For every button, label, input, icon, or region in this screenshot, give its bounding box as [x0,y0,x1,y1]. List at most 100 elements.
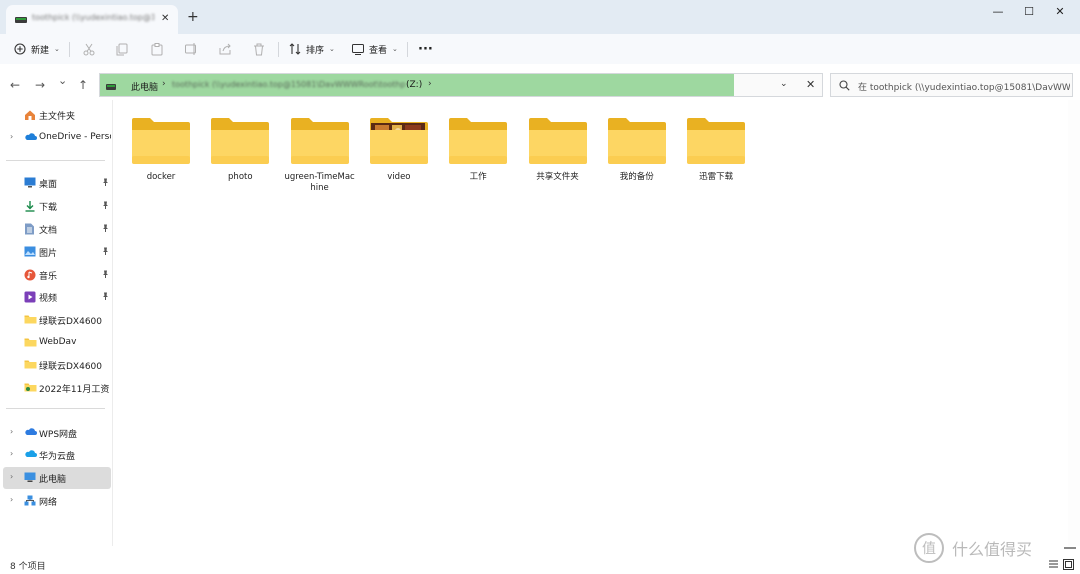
folder-item[interactable]: 迅雷下载 [679,116,753,206]
folder-icon [132,118,190,164]
sort-icon [289,43,301,55]
folder-item[interactable]: 共享文件夹 [521,116,595,206]
forward-button[interactable]: → [35,79,45,91]
breadcrumb-drive[interactable]: (Z:) [406,80,422,90]
more-options-button[interactable]: ··· [418,34,433,64]
sidebar-item[interactable]: › 华为云盘 [3,444,111,466]
delete-icon[interactable] [252,42,266,56]
folder-name: video [387,172,411,182]
address-bar[interactable]: 此电脑 › toothpick (\\yudexintiao.top@15081… [99,73,823,97]
sidebar-item-label: WebDav [39,337,77,347]
chevron-down-icon: ⌄ [392,45,398,53]
sidebar-item[interactable]: 主文件夹 [3,104,111,126]
sidebar-item-label: 图片 [39,249,58,259]
sidebar-item-label: 音乐 [39,272,58,282]
sidebar-item[interactable]: 视频 [3,286,111,308]
close-window-button[interactable]: ✕ [1050,5,1070,19]
search-box[interactable]: 在 toothpick (\\yudexintiao.top@15081\Dav… [830,73,1073,97]
sidebar-item-label: 绿联云DX4600 [39,362,103,372]
folder-name: 工作 [469,172,487,182]
sidebar-item[interactable]: WebDav [3,332,111,354]
network-drive-icon [106,83,116,93]
pin-icon[interactable] [102,292,109,302]
sidebar-item[interactable]: 文档 [3,218,111,240]
sidebar-item[interactable]: 绿联云DX4600 [3,309,111,331]
rename-icon[interactable] [184,42,198,56]
tab-close-button[interactable]: ✕ [161,13,169,24]
folder-icon [607,118,666,164]
maximize-button[interactable]: ☐ [1019,5,1039,19]
expand-chevron-icon[interactable]: › [10,449,13,458]
sidebar-item[interactable]: 绿联云DX4600 [3,354,111,376]
expand-chevron-icon[interactable]: › [10,132,13,141]
navigation-pane: 主文件夹 › OneDrive - Personal 桌面下载文档图片音乐视频绿联云D… [0,100,113,546]
pin-icon[interactable] [102,201,109,211]
breadcrumb-separator[interactable]: › [162,79,166,89]
sidebar-item-label: 桌面 [39,180,58,190]
copy-icon[interactable] [115,42,129,56]
pin-icon[interactable] [102,178,109,188]
breadcrumb-path[interactable]: toothpick (\\yudexintiao.top@15081\DavWW… [172,80,406,91]
sidebar-item[interactable]: 桌面 [3,172,111,194]
folder-icon [211,118,270,164]
desktop-icon [24,177,37,189]
pictures-icon [24,246,37,258]
share-icon[interactable] [218,42,232,56]
sidebar-item-label: 视频 [39,294,58,304]
back-button[interactable]: ← [10,79,20,91]
minimize-button[interactable]: — [988,5,1008,19]
sidebar-item-label: WPS网盘 [39,430,78,440]
expand-chevron-icon[interactable]: › [10,427,13,436]
huawei-cloud-icon [24,449,37,461]
folder-item[interactable]: 我的备份 [600,116,674,206]
sidebar-item[interactable]: › WPS网盘 [3,422,111,444]
sidebar-divider [6,160,105,161]
sidebar-item-label: 网络 [39,498,58,508]
this-pc-icon [24,472,37,484]
active-tab[interactable]: toothpick (\\yudexintiao.top@15081\DavWW… [6,5,178,34]
sort-label: 排序 [306,45,325,56]
vertical-scrollbar[interactable] [1068,100,1080,546]
sort-button[interactable]: 排序 ⌄ [289,34,335,64]
folder-item[interactable]: docker [124,116,198,206]
folder-item[interactable]: ugreen-TimeMachine [283,116,357,206]
paste-icon[interactable] [150,42,164,56]
pin-icon[interactable] [102,224,109,234]
address-dropdown-button[interactable]: ⌄ [780,79,788,89]
cut-icon[interactable] [82,42,96,56]
expand-chevron-icon[interactable]: › [10,472,13,481]
sidebar-item[interactable]: › 此电脑 [3,467,111,489]
sidebar-item[interactable]: 音乐 [3,264,111,286]
up-button[interactable]: ↑ [78,79,88,91]
address-clear-button[interactable]: ✕ [806,78,815,91]
pin-icon[interactable] [102,247,109,257]
sidebar-item[interactable]: › OneDrive - Personal [3,127,111,149]
view-button[interactable]: 查看 ⌄ [352,34,398,64]
sidebar-item-label: 华为云盘 [39,452,76,462]
recent-locations-button[interactable]: ⌄ [58,75,67,87]
breadcrumb-this-pc[interactable]: 此电脑 [131,80,158,93]
sidebar-item[interactable]: › 网络 [3,490,111,512]
folder-item[interactable]: photo [203,116,277,206]
sidebar-item-label: 此电脑 [39,475,67,485]
toolbar-divider [69,42,70,57]
folder-shared-icon [24,382,37,394]
chevron-down-icon: ⌄ [54,45,60,53]
toolbar-divider [278,42,279,57]
breadcrumb-separator[interactable]: › [428,79,432,89]
sidebar-item[interactable]: 图片 [3,241,111,263]
pin-icon[interactable] [102,270,109,280]
folder-item[interactable]: video [362,116,436,206]
folder-name: photo [228,172,253,182]
folder-icon [290,118,349,164]
sidebar-item-label: 下载 [39,203,58,213]
expand-chevron-icon[interactable]: › [10,495,13,504]
file-list: docker photo ugreen-TimeMachine video 工作… [113,100,1080,546]
sidebar-item[interactable]: 下载 [3,195,111,217]
new-button[interactable]: 新建 ⌄ [14,34,60,64]
chevron-down-icon: ⌄ [329,45,335,53]
folder-item[interactable]: 工作 [441,116,515,206]
svg-text:值: 值 [922,541,936,557]
sidebar-item[interactable]: 2022年11月工资 [3,377,111,399]
new-tab-button[interactable]: + [187,10,199,24]
